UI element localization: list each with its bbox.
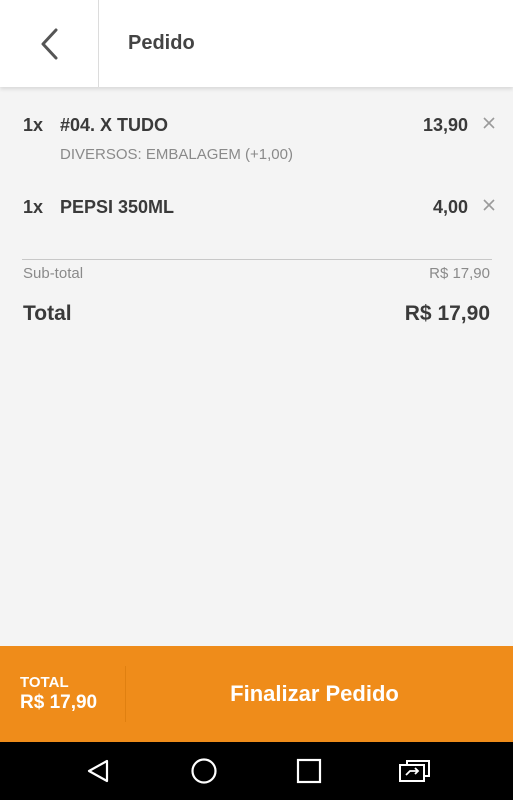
back-button[interactable] xyxy=(0,0,99,87)
divider xyxy=(22,259,492,260)
close-icon xyxy=(483,199,495,211)
item-quantity: 1x xyxy=(23,197,44,217)
item-name: #04. X TUDO xyxy=(60,115,169,135)
footer-total: TOTAL R$ 17,90 xyxy=(0,666,126,722)
nav-back-button[interactable] xyxy=(68,742,128,800)
recents-square-icon xyxy=(297,758,322,784)
home-circle-icon xyxy=(191,758,217,784)
back-triangle-icon xyxy=(87,759,108,783)
nav-recents-button[interactable] xyxy=(279,742,339,800)
page-title: Pedido xyxy=(128,32,195,54)
total-label: Total xyxy=(23,302,72,325)
checkout-footer: TOTAL R$ 17,90 Finalizar Pedido xyxy=(0,646,513,742)
system-nav-bar xyxy=(0,742,513,800)
item-price: 13,90 xyxy=(422,115,468,135)
switch-app-icon xyxy=(399,760,431,782)
subtotal-value: R$ 17,90 xyxy=(429,265,490,282)
footer-total-label: TOTAL xyxy=(20,674,69,691)
order-item-2: 1x PEPSI 350ML 4,00 xyxy=(0,197,513,227)
total-row: Total R$ 17,90 xyxy=(23,302,490,326)
nav-home-button[interactable] xyxy=(174,742,234,800)
footer-total-value: R$ 17,90 xyxy=(20,692,98,713)
finalize-order-button[interactable]: Finalizar Pedido xyxy=(126,646,513,742)
item-extra: DIVERSOS: EMBALAGEM (+1,00) xyxy=(60,146,293,163)
chevron-left-icon xyxy=(41,28,58,59)
nav-switch-app-button[interactable] xyxy=(385,742,445,800)
item-price: 4,00 xyxy=(432,197,468,217)
item-name: PEPSI 350ML xyxy=(60,197,175,217)
subtotal-row: Sub-total R$ 17,90 xyxy=(23,265,490,282)
order-content: 1x #04. X TUDO 13,90 DIVERSOS: EMBALAGEM… xyxy=(0,87,513,646)
close-icon xyxy=(483,117,495,129)
total-value: R$ 17,90 xyxy=(404,302,490,325)
item-quantity: 1x xyxy=(23,115,44,135)
remove-item-button[interactable] xyxy=(481,113,497,133)
remove-item-button[interactable] xyxy=(481,195,497,215)
top-bar: Pedido xyxy=(0,0,513,87)
subtotal-label: Sub-total xyxy=(23,265,84,282)
order-item-1: 1x #04. X TUDO 13,90 DIVERSOS: EMBALAGEM… xyxy=(0,115,513,165)
